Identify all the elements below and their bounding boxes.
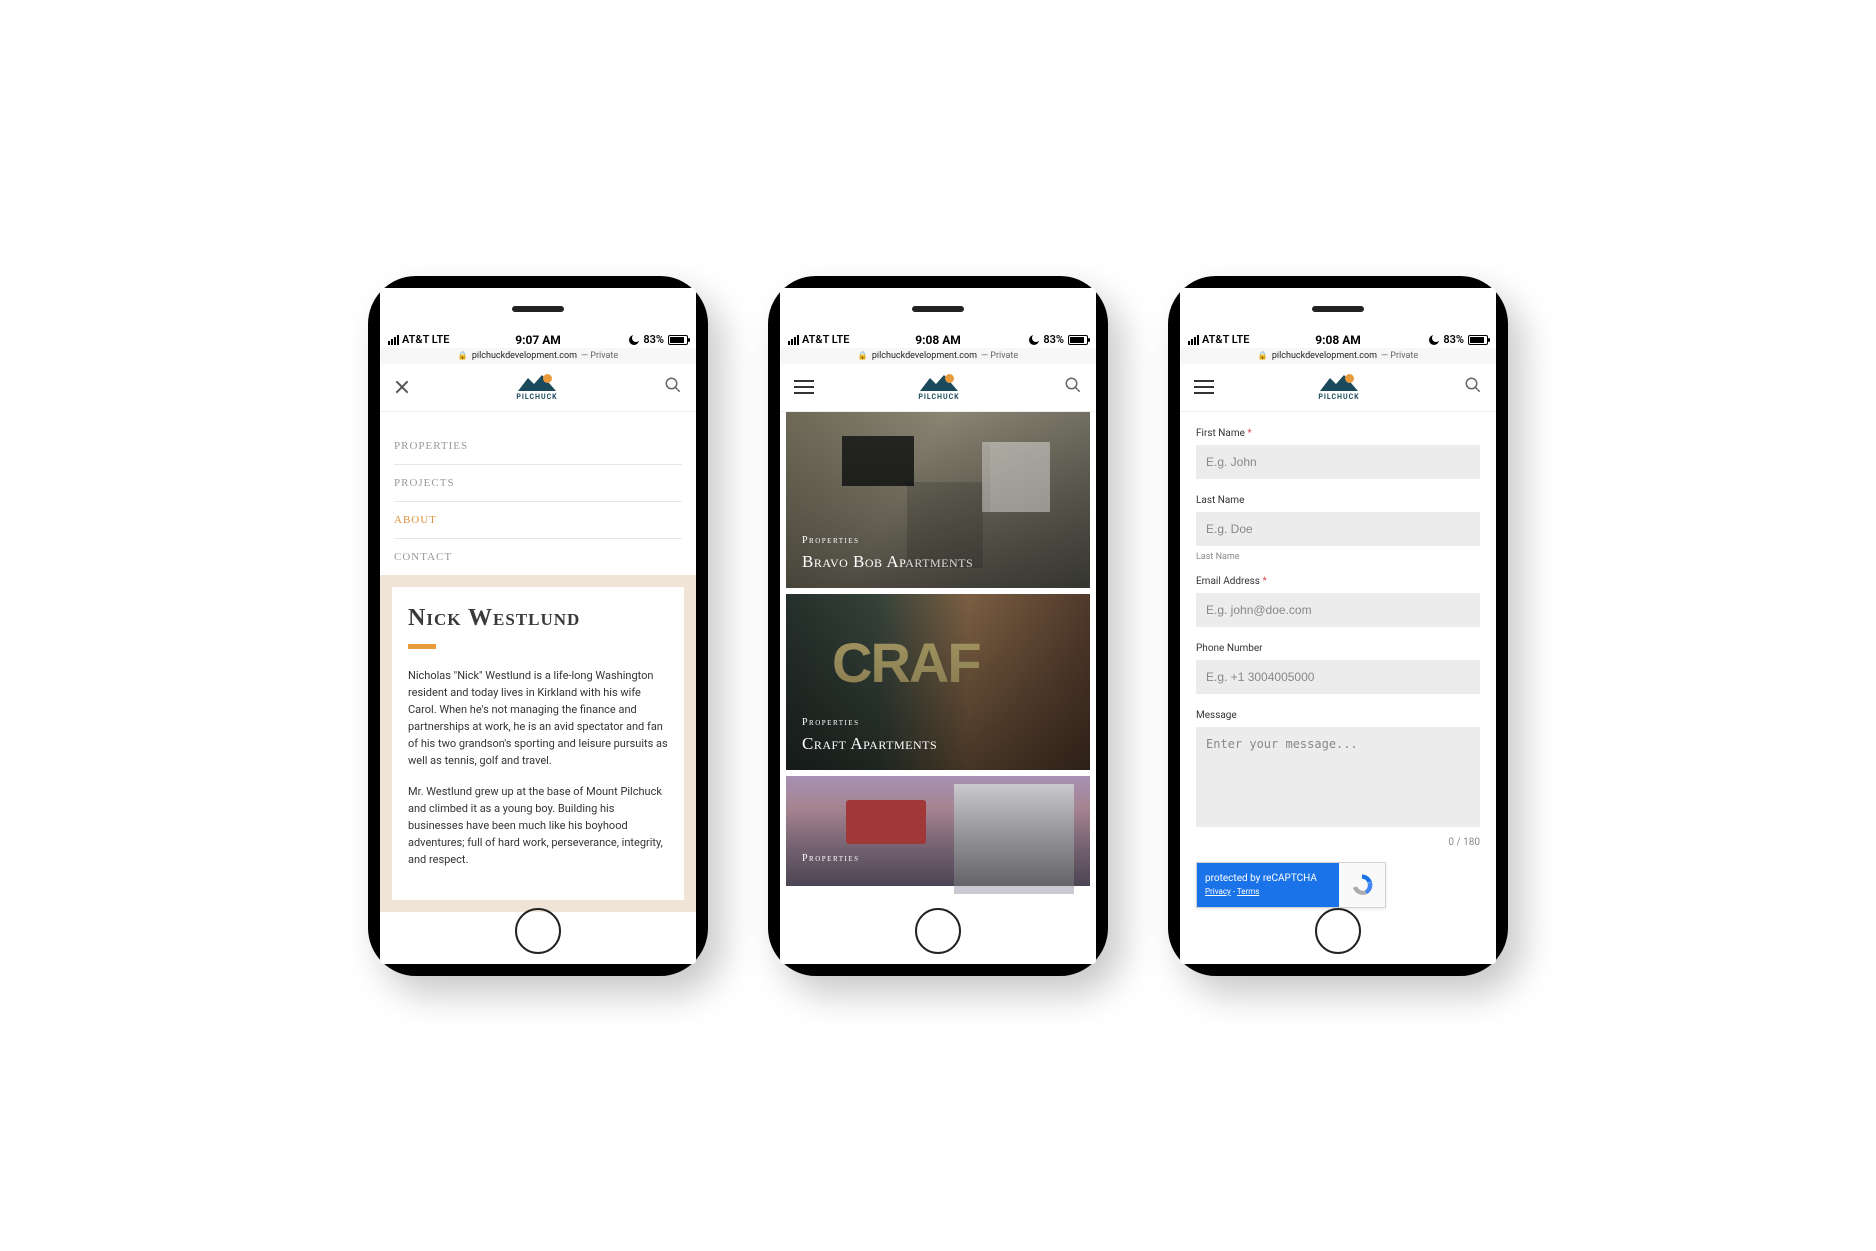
contact-form: First Name * Last Name Last Name Email A… [1180, 412, 1496, 924]
phone-label: Phone Number [1196, 643, 1480, 654]
property-category: Properties [802, 717, 1074, 728]
last-name-hint: Last Name [1196, 552, 1480, 562]
search-icon[interactable] [1464, 376, 1482, 398]
phone-mockup-contact: AT&T LTE 9:08 AM 83% 🔒pilchuckdevelopmen… [1168, 276, 1508, 976]
dnd-icon [629, 335, 639, 345]
browser-url-bar[interactable]: 🔒pilchuckdevelopment.com — Private [380, 348, 696, 364]
carrier-label: AT&T LTE [402, 333, 449, 346]
dnd-icon [1029, 335, 1039, 345]
site-logo[interactable]: PILCHUCK [1318, 374, 1360, 401]
nav-menu: Properties Projects About Contact [380, 412, 696, 575]
site-header: PILCHUCK [1180, 364, 1496, 412]
phone-mockup-about: AT&T LTE 9:07 AM 83% 🔒pilchuckdevelopmen… [368, 276, 708, 976]
message-textarea[interactable] [1196, 727, 1480, 827]
home-button[interactable] [515, 908, 561, 954]
first-name-label: First Name * [1196, 428, 1480, 439]
first-name-input[interactable] [1196, 445, 1480, 479]
search-icon[interactable] [664, 376, 682, 398]
property-title: Bravo Bob Apartments [802, 552, 1074, 572]
last-name-input[interactable] [1196, 512, 1480, 546]
battery-percent: 83% [643, 333, 664, 346]
status-bar: AT&T LTE 9:08 AM 83% [780, 288, 1096, 348]
status-time: 9:07 AM [515, 333, 561, 347]
status-time: 9:08 AM [1315, 333, 1361, 347]
email-label: Email Address * [1196, 576, 1480, 587]
property-card-hampton[interactable]: Properties [786, 776, 1090, 886]
recaptcha-logo-icon [1339, 863, 1385, 907]
about-paragraph-2: Mr. Westlund grew up at the base of Moun… [408, 783, 668, 868]
phone-input[interactable] [1196, 660, 1480, 694]
recaptcha-badge[interactable]: protected by reCAPTCHA Privacy - Terms [1196, 862, 1386, 908]
browser-url-bar[interactable]: 🔒pilchuckdevelopment.com — Private [780, 348, 1096, 364]
phone-mockup-properties: AT&T LTE 9:08 AM 83% 🔒pilchuckdevelopmen… [768, 276, 1108, 976]
home-button[interactable] [915, 908, 961, 954]
nav-item-projects[interactable]: Projects [394, 465, 682, 502]
message-label: Message [1196, 710, 1480, 721]
menu-icon[interactable] [1194, 380, 1214, 394]
property-card-craft[interactable]: Properties Craft Apartments [786, 594, 1090, 770]
site-header: PILCHUCK [780, 364, 1096, 412]
search-icon[interactable] [1064, 376, 1082, 398]
site-logo[interactable]: PILCHUCK [918, 374, 960, 401]
last-name-label: Last Name [1196, 495, 1480, 506]
property-card-bravo-bob[interactable]: Properties Bravo Bob Apartments [786, 412, 1090, 588]
about-heading: Nick Westlund [408, 605, 668, 632]
status-bar: AT&T LTE 9:07 AM 83% [380, 288, 696, 348]
nav-item-properties[interactable]: Properties [394, 428, 682, 465]
about-paragraph-1: Nicholas "Nick" Westlund is a life-long … [408, 667, 668, 769]
dnd-icon [1429, 335, 1439, 345]
site-logo[interactable]: PILCHUCK [516, 374, 558, 401]
nav-item-contact[interactable]: Contact [394, 539, 682, 575]
menu-icon[interactable] [794, 380, 814, 394]
property-category: Properties [802, 535, 1074, 546]
property-title: Craft Apartments [802, 734, 1074, 754]
home-button[interactable] [1315, 908, 1361, 954]
site-header: PILCHUCK [380, 364, 696, 412]
about-card: Nick Westlund Nicholas "Nick" Westlund i… [392, 587, 684, 901]
status-time: 9:08 AM [915, 333, 961, 347]
property-category: Properties [802, 853, 1074, 864]
lock-icon: 🔒 [458, 351, 468, 360]
email-input[interactable] [1196, 593, 1480, 627]
nav-item-about[interactable]: About [394, 502, 682, 539]
char-counter: 0 / 180 [1196, 837, 1480, 848]
status-bar: AT&T LTE 9:08 AM 83% [1180, 288, 1496, 348]
browser-url-bar[interactable]: 🔒pilchuckdevelopment.com — Private [1180, 348, 1496, 364]
close-menu-icon[interactable] [394, 379, 410, 395]
battery-icon [668, 335, 688, 345]
accent-bar [408, 644, 436, 649]
